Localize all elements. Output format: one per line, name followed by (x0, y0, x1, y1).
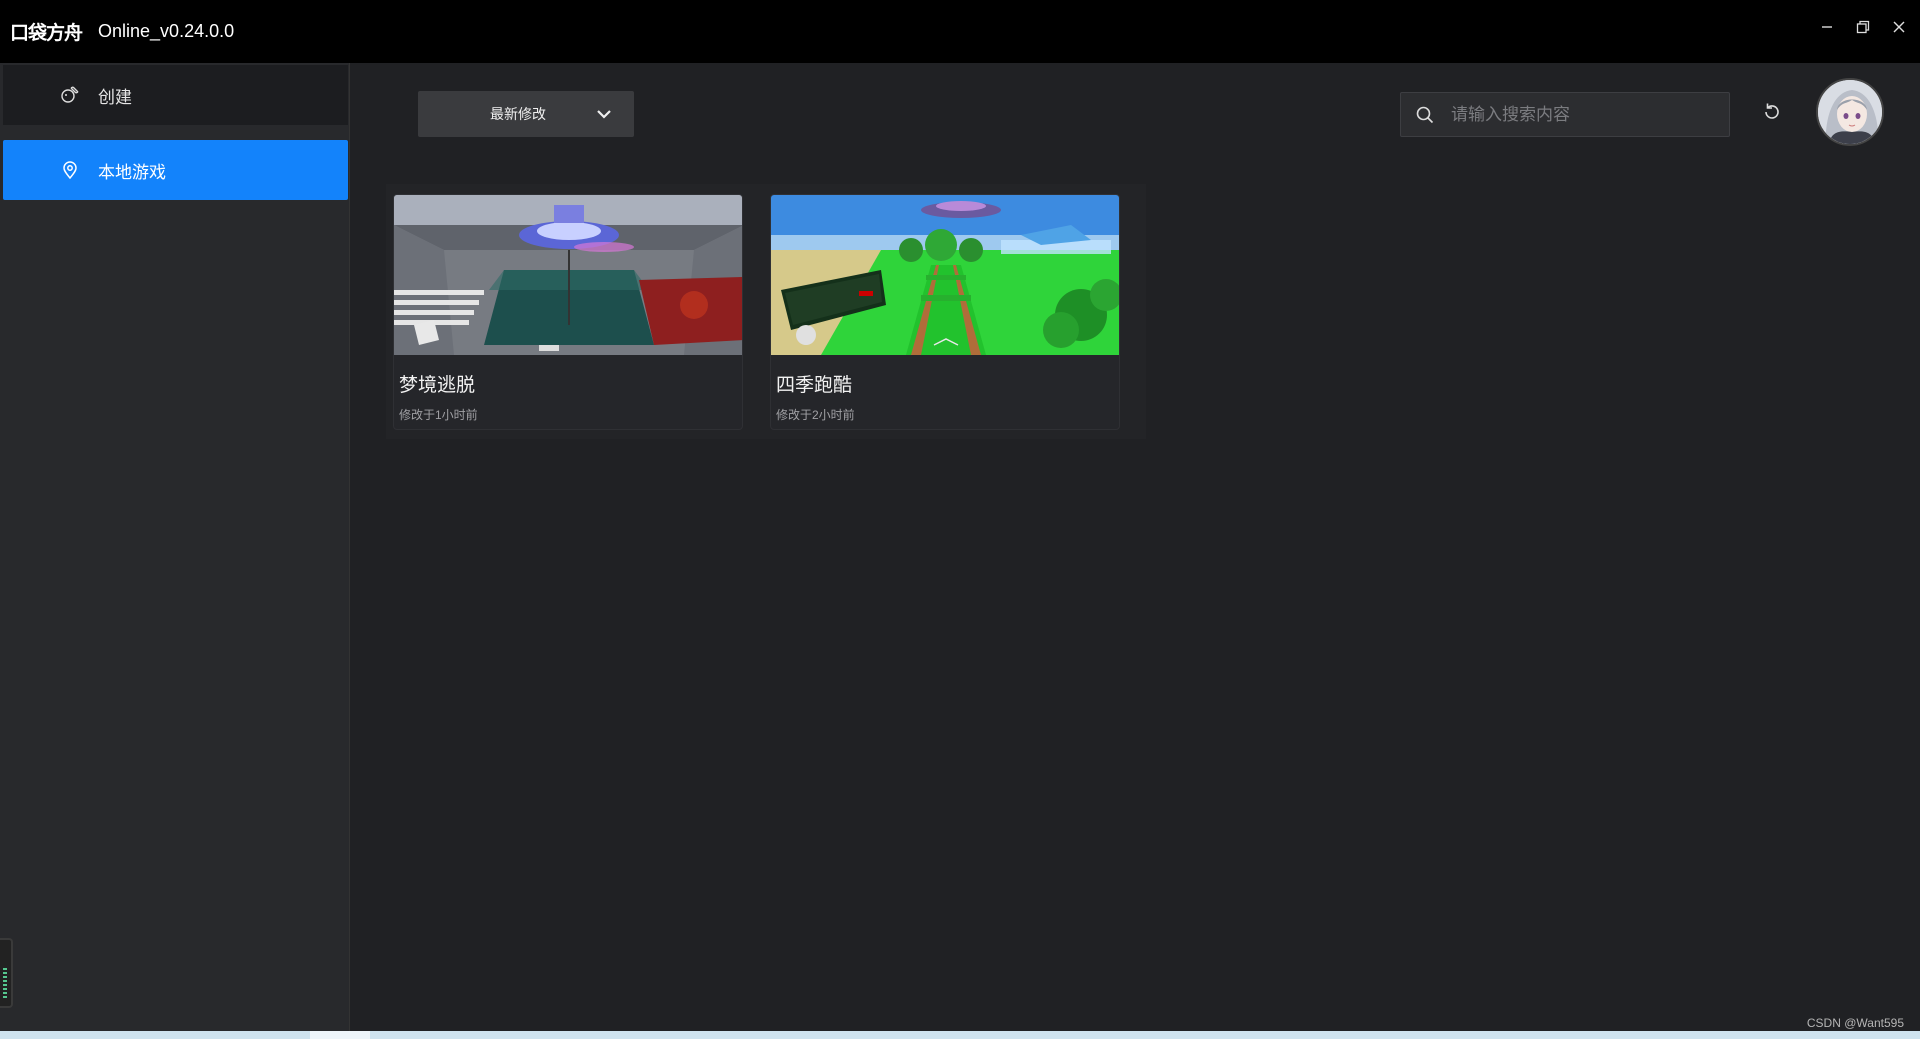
sort-dropdown[interactable]: 最新修改 (418, 91, 634, 137)
search-input[interactable] (1451, 99, 1711, 130)
game-title: 梦境逃脱 (399, 375, 476, 396)
avatar[interactable] (1816, 78, 1884, 146)
watermark: CSDN @Want595 (1806, 1016, 1904, 1030)
create-icon (60, 85, 80, 105)
sidebar-item-local-games[interactable]: 本地游戏 (3, 140, 348, 200)
game-list: 梦境逃脱 修改于1小时前 四季跑酷 修改于2小时前 (386, 184, 1146, 439)
minimize-button[interactable] (1820, 20, 1834, 34)
search-box[interactable] (1400, 92, 1730, 137)
app-logo: 口袋方舟 (10, 22, 83, 44)
game-thumbnail (394, 195, 742, 355)
window-controls (1820, 20, 1906, 34)
title-bar: 口袋方舟 Online_v0.24.0.0 (0, 0, 1920, 63)
location-pin-icon (60, 160, 80, 180)
game-modified-time: 修改于1小时前 (399, 408, 478, 422)
chevron-down-icon (597, 110, 611, 119)
refresh-icon[interactable] (1761, 101, 1783, 123)
game-card[interactable]: 梦境逃脱 修改于1小时前 (393, 194, 743, 430)
close-button[interactable] (1892, 20, 1906, 34)
search-icon (1416, 106, 1434, 123)
app-title: Online_v0.24.0.0 (98, 21, 235, 41)
restore-icon (1856, 20, 1870, 34)
minimize-icon (1822, 26, 1832, 28)
sidebar-item-label: 本地游戏 (98, 162, 166, 182)
sort-selected-value: 最新修改 (490, 106, 546, 122)
side-handle[interactable] (0, 938, 13, 1008)
main-content: 最新修改 请输入搜索内容 梦境逃脱 修改于1小时前 四季跑酷 修改于2小时前 (350, 63, 1920, 1031)
level-bars (3, 968, 7, 998)
restore-button[interactable] (1856, 20, 1870, 34)
game-title: 四季跑酷 (776, 375, 853, 396)
close-icon (1893, 21, 1905, 33)
sidebar: 创建 本地游戏 (0, 63, 350, 1031)
sidebar-item-label: 创建 (98, 87, 132, 107)
game-thumbnail (771, 195, 1119, 355)
avatar-image (1818, 80, 1882, 144)
taskbar-strip (0, 1031, 1920, 1039)
sidebar-item-create[interactable]: 创建 (3, 65, 348, 125)
game-card[interactable]: 四季跑酷 修改于2小时前 (770, 194, 1120, 430)
game-modified-time: 修改于2小时前 (776, 408, 855, 422)
